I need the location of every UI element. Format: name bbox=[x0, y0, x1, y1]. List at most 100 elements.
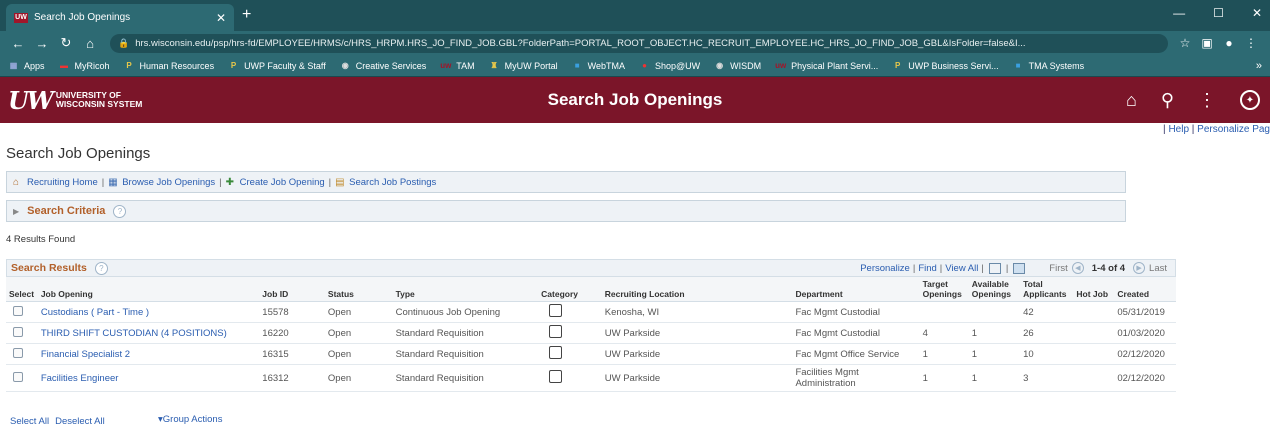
bookmark-label: TAM bbox=[456, 60, 475, 71]
bookmark-item[interactable]: uw TAM bbox=[440, 61, 474, 71]
bookmark-item[interactable]: ♜ MyUW Portal bbox=[489, 61, 558, 71]
bookmark-item[interactable]: ■ TMA Systems bbox=[1013, 60, 1085, 71]
bookmark-label: Human Resources bbox=[139, 60, 215, 71]
actions-menu-icon[interactable]: ⋮ bbox=[1198, 90, 1216, 111]
department: Fac Mgmt Custodial bbox=[792, 301, 920, 323]
download-excel-icon[interactable] bbox=[1013, 262, 1026, 274]
created-date: 02/12/2020 bbox=[1114, 343, 1176, 365]
home-icon[interactable]: ⌂ bbox=[1126, 90, 1137, 111]
close-window-icon[interactable]: ✕ bbox=[1252, 6, 1262, 20]
minimize-icon[interactable]: — bbox=[1173, 6, 1185, 20]
category-checkbox[interactable] bbox=[549, 304, 563, 317]
browse-icon: ▦ bbox=[108, 176, 118, 188]
extension-icon[interactable]: ▣ bbox=[1196, 36, 1218, 50]
bookmark-star-icon[interactable]: ☆ bbox=[1174, 36, 1196, 50]
profile-icon[interactable]: ● bbox=[1218, 36, 1240, 50]
bookmark-item[interactable]: P Human Resources bbox=[124, 60, 215, 71]
last-label: Last bbox=[1149, 262, 1167, 274]
reload-icon[interactable]: ↻ bbox=[56, 35, 76, 51]
column-header[interactable]: Total Applicants bbox=[1020, 277, 1074, 302]
column-header[interactable]: Hot Job bbox=[1073, 277, 1115, 302]
category-checkbox[interactable] bbox=[549, 370, 563, 383]
bookmark-item[interactable]: ■ WebTMA bbox=[572, 61, 625, 71]
navbar-compass-icon[interactable]: ✦ bbox=[1240, 90, 1260, 110]
home-browser-icon[interactable]: ⌂ bbox=[80, 36, 100, 51]
column-header[interactable]: Department bbox=[792, 277, 920, 302]
browser-tab[interactable]: UW Search Job Openings ✕ bbox=[6, 4, 234, 31]
category-checkbox[interactable] bbox=[549, 346, 563, 359]
column-header[interactable]: Status bbox=[324, 277, 393, 302]
column-header[interactable]: Select bbox=[6, 277, 38, 302]
more-bookmarks-icon[interactable]: » bbox=[1256, 60, 1262, 72]
column-header[interactable]: Type bbox=[392, 277, 539, 302]
bookmark-item[interactable]: ▦ Apps bbox=[8, 61, 45, 71]
row-select-checkbox[interactable] bbox=[13, 326, 23, 337]
help-link[interactable]: Help bbox=[1168, 124, 1189, 135]
recruiting-location: Kenosha, WI bbox=[601, 301, 793, 323]
column-header[interactable]: Recruiting Location bbox=[601, 277, 793, 302]
column-header[interactable]: Job Opening bbox=[37, 277, 260, 302]
browser-menu-icon[interactable]: ⋮ bbox=[1240, 36, 1262, 50]
bookmark-label: UWP Faculty & Staff bbox=[244, 60, 326, 71]
help-icon[interactable]: ? bbox=[94, 261, 108, 275]
row-select-checkbox[interactable] bbox=[13, 371, 23, 382]
select-all-link[interactable]: Select All bbox=[10, 416, 49, 427]
bookmark-item[interactable]: ◉ WISDM bbox=[714, 61, 761, 71]
column-header[interactable]: Available Openings bbox=[968, 277, 1021, 302]
column-header[interactable]: Job ID bbox=[259, 277, 325, 302]
bookmark-item[interactable]: P UWP Business Servi... bbox=[892, 61, 999, 71]
hot-job bbox=[1073, 364, 1115, 392]
bookmark-label: TMA Systems bbox=[1028, 60, 1085, 71]
tab-title: Search Job Openings bbox=[34, 12, 131, 23]
search-icon[interactable]: ⚲ bbox=[1161, 90, 1174, 111]
job-opening-link[interactable]: Facilities Engineer bbox=[41, 373, 119, 384]
new-tab-icon[interactable]: + bbox=[242, 6, 251, 24]
uw-system-logo[interactable]: UW UNIVERSITY OF WISCONSIN SYSTEM bbox=[0, 86, 142, 115]
search-job-postings-link[interactable]: Search Job Postings bbox=[349, 177, 436, 188]
bookmark-label: Creative Services bbox=[355, 60, 427, 71]
expand-triangle-icon[interactable]: ▶ bbox=[13, 207, 19, 216]
grid-header: Search Results ? Personalize | Find | View… bbox=[6, 259, 1176, 277]
column-header[interactable]: Created bbox=[1114, 277, 1176, 302]
search-criteria-section[interactable]: ▶ Search Criteria ? bbox=[6, 200, 1126, 222]
group-actions-menu[interactable]: ▾Group Actions bbox=[158, 414, 222, 425]
uw-crest-icon: ♜ bbox=[490, 61, 498, 70]
bookmark-item[interactable]: uw Physical Plant Servi... bbox=[775, 61, 878, 71]
next-page-icon[interactable]: ▶ bbox=[1133, 262, 1146, 274]
column-header[interactable]: Target Openings bbox=[919, 277, 969, 302]
maximize-icon[interactable]: ☐ bbox=[1213, 6, 1224, 20]
bookmark-item[interactable]: P UWP Faculty & Staff bbox=[228, 61, 326, 71]
url-input[interactable]: 🔒 hrs.wisconsin.edu/psp/hrs-fd/EMPLOYEE/… bbox=[110, 33, 1168, 53]
personalize-page-link[interactable]: Personalize Pag bbox=[1197, 124, 1270, 135]
hot-job bbox=[1073, 343, 1115, 365]
row-select-checkbox[interactable] bbox=[13, 305, 23, 316]
create-icon: ✚ bbox=[225, 176, 235, 188]
column-header[interactable]: Category bbox=[538, 277, 602, 302]
deselect-all-link[interactable]: Deselect All bbox=[55, 416, 105, 427]
job-opening-link[interactable]: THIRD SHIFT CUSTODIAN (4 POSITIONS) bbox=[41, 328, 227, 339]
row-select-checkbox[interactable] bbox=[13, 347, 23, 358]
category-checkbox[interactable] bbox=[549, 325, 563, 338]
bookmark-item[interactable]: ◉ Creative Services bbox=[340, 61, 427, 71]
recruiting-home-link[interactable]: Recruiting Home bbox=[27, 177, 98, 188]
job-opening-link[interactable]: Financial Specialist 2 bbox=[41, 349, 130, 360]
zoom-grid-icon[interactable] bbox=[988, 262, 1001, 274]
close-tab-icon[interactable]: ✕ bbox=[216, 11, 226, 25]
grid-title: Search Results bbox=[11, 262, 87, 274]
bookmark-label: Physical Plant Servi... bbox=[791, 60, 879, 71]
bookmark-item[interactable]: ▬ MyRicoh bbox=[59, 61, 110, 71]
create-job-opening-link[interactable]: Create Job Opening bbox=[240, 177, 325, 188]
view-all-link[interactable]: View All bbox=[945, 263, 978, 274]
grid-footer: Select All Deselect All bbox=[10, 416, 105, 427]
p-icon: P bbox=[895, 61, 901, 70]
bookmark-item[interactable]: ● Shop@UW bbox=[639, 61, 700, 71]
back-icon[interactable]: ← bbox=[8, 36, 28, 51]
previous-page-icon[interactable]: ◀ bbox=[1071, 262, 1084, 274]
group-actions-label: Group Actions bbox=[162, 414, 223, 425]
job-opening-link[interactable]: Custodians ( Part - Time ) bbox=[41, 307, 149, 318]
find-link[interactable]: Find bbox=[918, 263, 936, 274]
forward-icon[interactable]: → bbox=[32, 36, 52, 51]
personalize-link[interactable]: Personalize bbox=[860, 263, 910, 274]
browse-job-openings-link[interactable]: Browse Job Openings bbox=[122, 177, 215, 188]
help-icon[interactable]: ? bbox=[113, 204, 127, 218]
